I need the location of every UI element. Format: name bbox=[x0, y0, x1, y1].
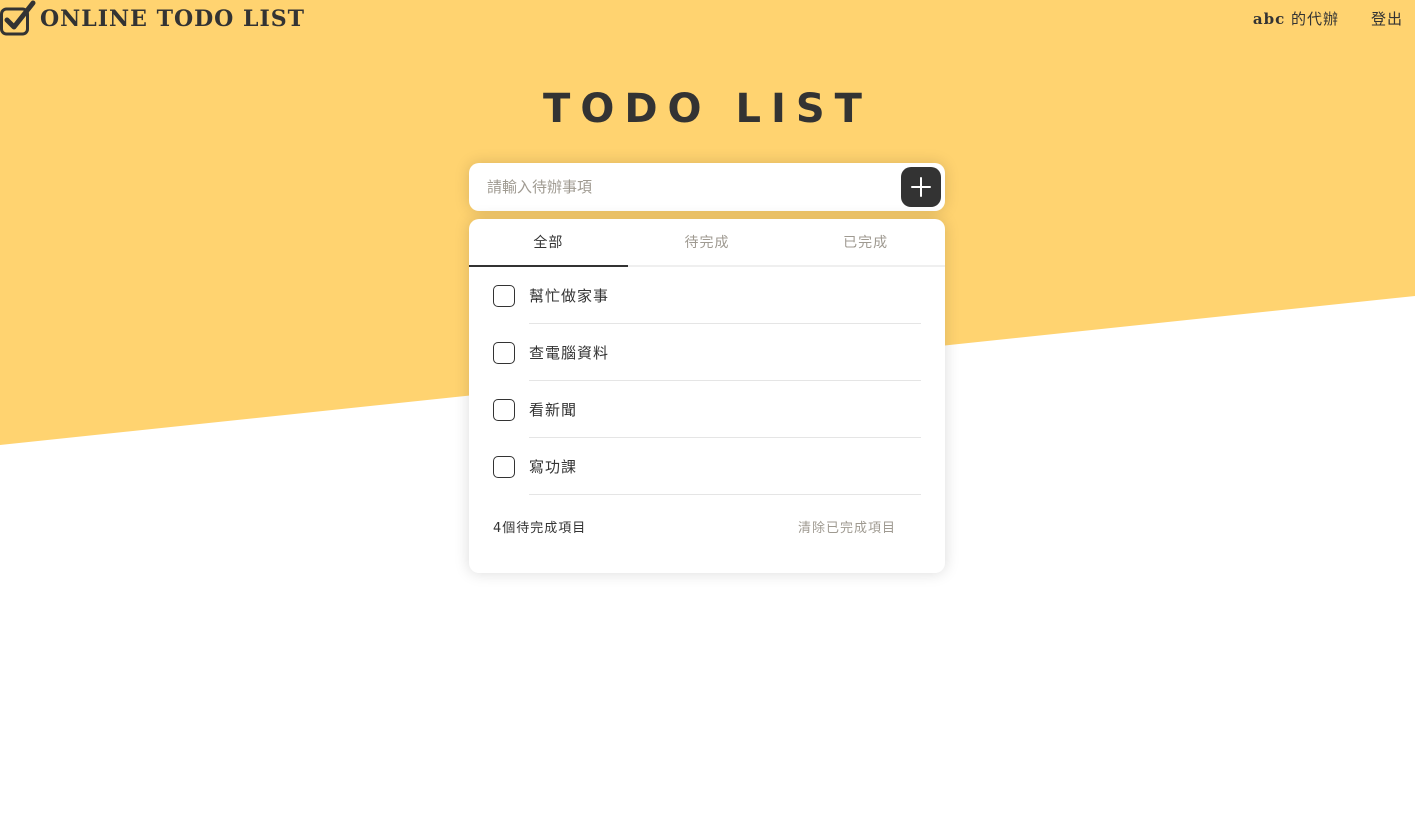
clear-completed-button[interactable]: 清除已完成項目 bbox=[798, 517, 896, 536]
todo-item-text: 查電腦資料 bbox=[529, 324, 921, 381]
pending-count: 4個待完成項目 bbox=[493, 520, 587, 536]
tab-completed[interactable]: 已完成 bbox=[786, 219, 945, 265]
todo-checkbox[interactable] bbox=[493, 284, 515, 307]
todo-checkbox[interactable] bbox=[493, 341, 515, 364]
list-item: 查電腦資料 bbox=[493, 324, 921, 381]
user-name: abc bbox=[1252, 10, 1286, 28]
list-item: 寫功課 bbox=[493, 438, 921, 495]
logo-text: ONLINE TODO LIST bbox=[40, 6, 306, 32]
tab-all[interactable]: 全部 bbox=[469, 219, 628, 267]
checkbox-check-icon bbox=[0, 0, 36, 36]
plus-icon bbox=[911, 177, 931, 197]
list-footer: 4個待完成項目 清除已完成項目 bbox=[469, 495, 945, 557]
filter-tabs: 全部 待完成 已完成 bbox=[469, 219, 945, 267]
todo-list: 幫忙做家事 查電腦資料 看新聞 寫功課 bbox=[469, 267, 945, 495]
add-todo-button[interactable] bbox=[901, 167, 941, 207]
page-title: TODO LIST bbox=[543, 86, 872, 132]
user-nav: abc 的代辦 登出 bbox=[1253, 8, 1403, 29]
logo[interactable]: ONLINE TODO LIST bbox=[0, 0, 305, 36]
todo-item-text: 看新聞 bbox=[529, 381, 921, 438]
todo-item-text: 寫功課 bbox=[529, 438, 921, 495]
todo-list-card: 全部 待完成 已完成 幫忙做家事 查電腦資料 看新聞 寫功課 4個待完成項目 清… bbox=[469, 219, 945, 573]
user-greeting: abc 的代辦 bbox=[1253, 8, 1339, 29]
todo-input-box bbox=[469, 163, 945, 211]
top-navbar: ONLINE TODO LIST abc 的代辦 登出 bbox=[0, 0, 1415, 40]
logout-link[interactable]: 登出 bbox=[1371, 8, 1403, 29]
list-item: 看新聞 bbox=[493, 381, 921, 438]
list-item: 幫忙做家事 bbox=[493, 267, 921, 324]
tab-pending[interactable]: 待完成 bbox=[628, 219, 787, 265]
todo-checkbox[interactable] bbox=[493, 398, 515, 421]
todo-checkbox[interactable] bbox=[493, 455, 515, 478]
todo-item-text: 幫忙做家事 bbox=[529, 267, 921, 324]
user-greeting-suffix: 的代辦 bbox=[1285, 10, 1339, 28]
todo-input[interactable] bbox=[469, 163, 901, 211]
